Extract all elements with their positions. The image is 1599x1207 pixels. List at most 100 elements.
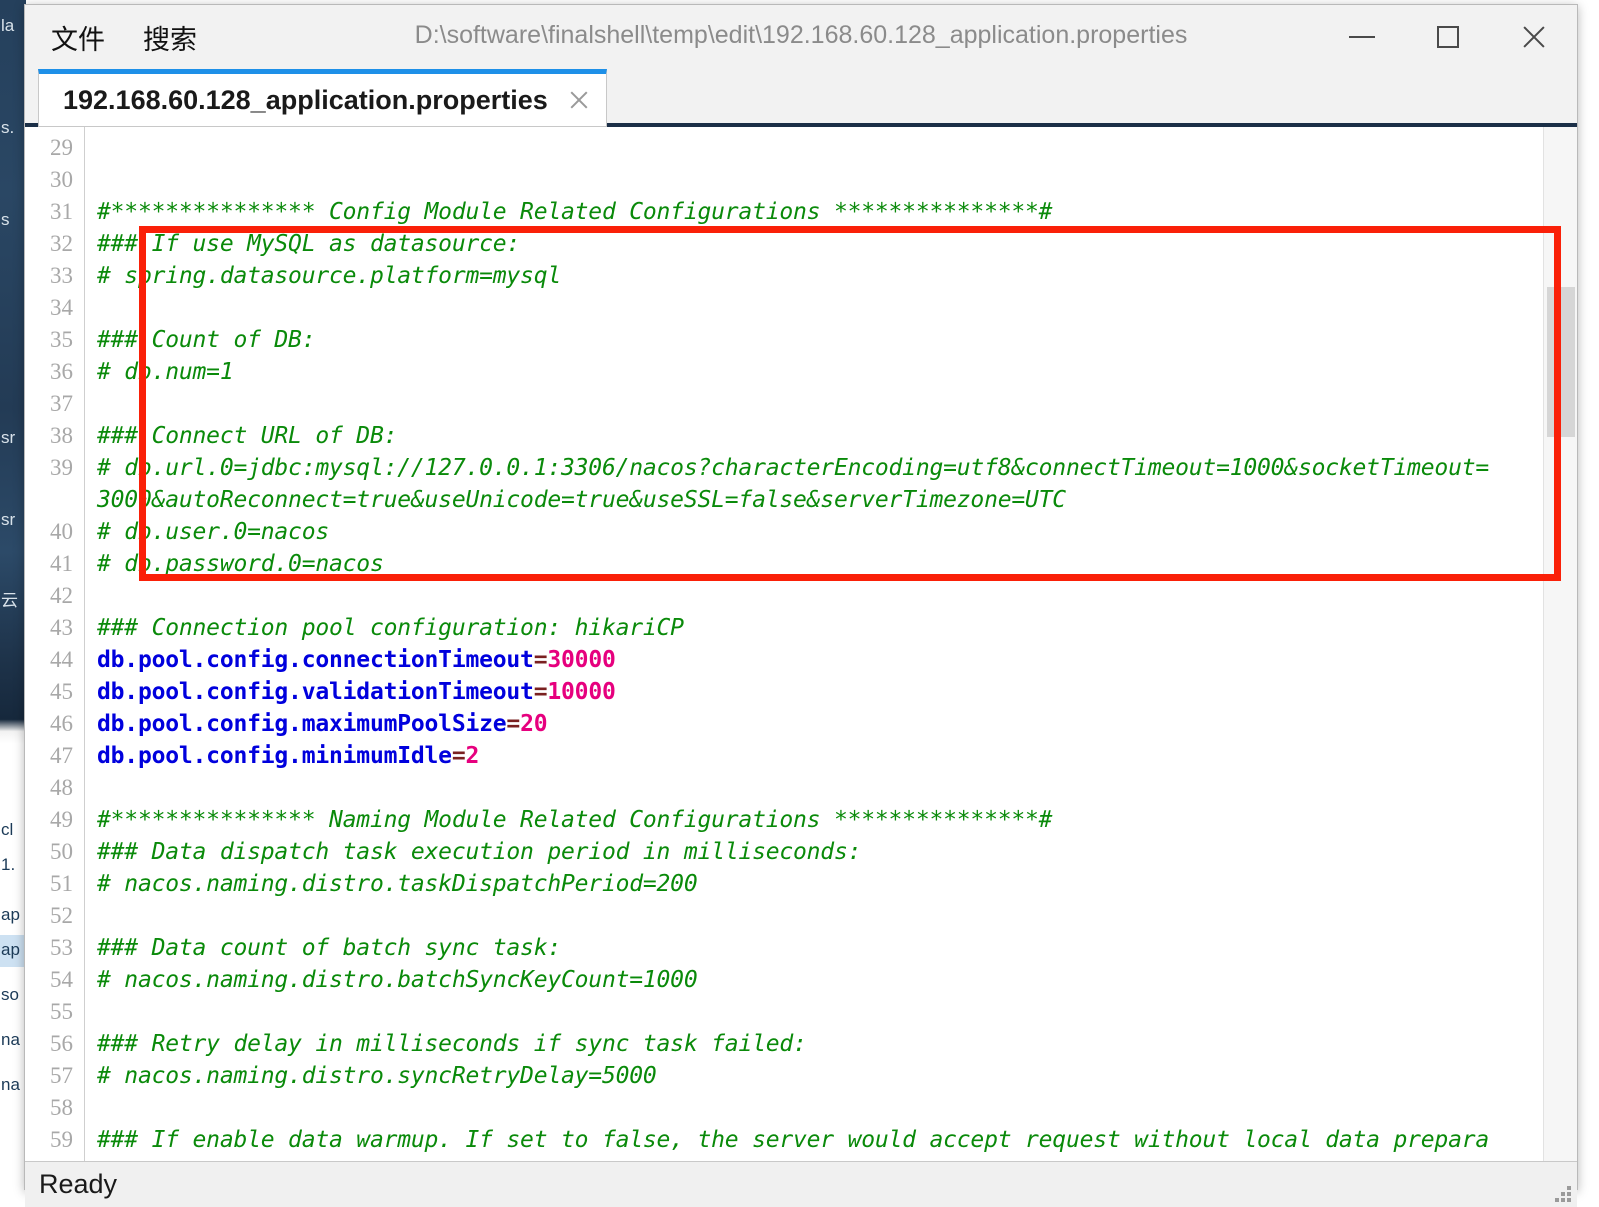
line-number: 53	[50, 935, 73, 960]
code-line-comment[interactable]: # db.password.0=nacos	[85, 548, 1577, 580]
background-text-fragment: ap	[1, 905, 20, 924]
line-number: 54	[50, 967, 73, 992]
property-key: db.pool.config.minimumIdle	[97, 743, 452, 769]
tab-close-icon[interactable]	[568, 89, 590, 111]
code-line-comment[interactable]: ### If use MySQL as datasource:	[85, 228, 1577, 260]
minimize-icon	[1349, 36, 1375, 38]
code-line-blank[interactable]	[85, 388, 1577, 420]
code-line-blank[interactable]	[85, 580, 1577, 612]
line-number: 49	[50, 807, 73, 832]
background-text-fragment: so	[1, 985, 19, 1004]
property-value: 2	[465, 743, 480, 769]
background-text-fragment: ap	[1, 940, 20, 959]
line-number: 40	[50, 519, 73, 544]
code-line-comment[interactable]: ### Retry delay in milliseconds if sync …	[85, 1028, 1577, 1060]
property-equals: =	[506, 711, 521, 737]
title-bar: 文件 搜索 D:\software\finalshell\temp\edit\1…	[25, 5, 1577, 69]
code-line-blank[interactable]	[85, 772, 1577, 804]
code-line-comment[interactable]: # db.num=1	[85, 356, 1577, 388]
code-line-blank[interactable]	[85, 996, 1577, 1028]
line-number: 38	[50, 423, 73, 448]
line-number: 39	[50, 455, 73, 480]
property-key: db.pool.config.maximumPoolSize	[97, 711, 507, 737]
code-line-blank[interactable]	[85, 1092, 1577, 1124]
menu-search[interactable]: 搜索	[131, 14, 209, 61]
minimize-button[interactable]	[1319, 5, 1405, 69]
maximize-button[interactable]	[1405, 5, 1491, 69]
line-number: 42	[50, 583, 73, 608]
code-line-comment[interactable]: # db.user.0=nacos	[85, 516, 1577, 548]
close-icon	[1520, 23, 1548, 51]
line-number: 51	[50, 871, 73, 896]
line-number: 52	[50, 903, 73, 928]
code-line-comment[interactable]: ### Data count of batch sync task:	[85, 932, 1577, 964]
code-line-comment[interactable]: ### If enable data warmup. If set to fal…	[85, 1124, 1577, 1156]
code-line-comment[interactable]: #*************** Naming Module Related C…	[85, 804, 1577, 836]
line-number: 32	[50, 231, 73, 256]
code-line-property[interactable]: db.pool.config.connectionTimeout=30000	[85, 644, 1577, 676]
code-line-comment[interactable]: # nacos.naming.distro.syncRetryDelay=500…	[85, 1060, 1577, 1092]
property-value: 10000	[547, 679, 616, 705]
line-number: 47	[50, 743, 73, 768]
background-text-fragment: 1.	[1, 855, 16, 874]
code-line-blank[interactable]	[85, 132, 1577, 164]
line-number: 33	[50, 263, 73, 288]
background-window-strip[interactable]: la s. s sr sr 云 cl 1. ap ap so na na	[0, 0, 26, 1199]
property-equals: =	[451, 743, 466, 769]
code-line-comment[interactable]: ### Connect URL of DB:	[85, 420, 1577, 452]
code-editor-area[interactable]: 29 30 31 32 33 34 35 36 37 38 39 40 41 42 43 44 45 46 47 48…	[25, 127, 1577, 1161]
line-number: 58	[50, 1095, 73, 1120]
code-line-comment[interactable]: # spring.datasource.platform=mysql	[85, 260, 1577, 292]
code-content[interactable]: #*************** Config Module Related C…	[85, 127, 1577, 1161]
line-number: 55	[50, 999, 73, 1024]
background-text-fragment: la	[1, 16, 15, 35]
tab-application-properties[interactable]: 192.168.60.128_application.properties	[38, 69, 607, 127]
code-line-blank[interactable]	[85, 900, 1577, 932]
resize-grip[interactable]	[1553, 1184, 1571, 1202]
background-text-fragment: na	[1, 1030, 20, 1049]
vertical-scrollbar-thumb[interactable]	[1547, 287, 1575, 437]
status-text: Ready	[39, 1169, 118, 1199]
line-number: 59	[50, 1127, 73, 1152]
property-value: 30000	[547, 647, 616, 673]
line-number: 43	[50, 615, 73, 640]
property-key: db.pool.config.validationTimeout	[97, 679, 534, 705]
code-line-comment[interactable]: ### Count of DB:	[85, 324, 1577, 356]
code-line-comment[interactable]: # nacos.naming.distro.taskDispatchPeriod…	[85, 868, 1577, 900]
property-equals: =	[533, 647, 548, 673]
background-text-fragment: s	[1, 210, 10, 229]
background-text-fragment: s.	[1, 118, 15, 137]
line-number: 34	[50, 295, 73, 320]
code-line-property[interactable]: db.pool.config.validationTimeout=10000	[85, 676, 1577, 708]
close-button[interactable]	[1491, 5, 1577, 69]
code-line-comment[interactable]: ### Data dispatch task execution period …	[85, 836, 1577, 868]
line-number: 41	[50, 551, 73, 576]
line-number: 35	[50, 327, 73, 352]
code-line-comment[interactable]: #*************** Config Module Related C…	[85, 196, 1577, 228]
line-number: 31	[50, 199, 73, 224]
window-controls	[1319, 5, 1577, 69]
line-number: 44	[50, 647, 73, 672]
code-lines[interactable]: #*************** Config Module Related C…	[85, 132, 1577, 1156]
line-number: 30	[50, 167, 73, 192]
text-editor-window: 文件 搜索 D:\software\finalshell\temp\edit\1…	[24, 4, 1578, 1207]
line-number: 36	[50, 359, 73, 384]
code-line-comment[interactable]: # nacos.naming.distro.batchSyncKeyCount=…	[85, 964, 1577, 996]
background-text-fragment: sr	[1, 510, 16, 529]
code-line-comment[interactable]: 3000&autoReconnect=true&useUnicode=true&…	[85, 484, 1577, 516]
code-line-comment[interactable]: ### Connection pool configuration: hikar…	[85, 612, 1577, 644]
code-line-blank[interactable]	[85, 292, 1577, 324]
line-number: 45	[50, 679, 73, 704]
code-line-property[interactable]: db.pool.config.minimumIdle=2	[85, 740, 1577, 772]
background-text-fragment: na	[1, 1075, 20, 1094]
code-line-property[interactable]: db.pool.config.maximumPoolSize=20	[85, 708, 1577, 740]
tab-label: 192.168.60.128_application.properties	[63, 84, 548, 115]
menu-file[interactable]: 文件	[39, 14, 117, 61]
background-text-fragment: 云	[1, 591, 18, 610]
code-line-comment[interactable]: # db.url.0=jdbc:mysql://127.0.0.1:3306/n…	[85, 452, 1577, 484]
code-line-blank[interactable]	[85, 164, 1577, 196]
line-number: 57	[50, 1063, 73, 1088]
line-number: 50	[50, 839, 73, 864]
vertical-scrollbar[interactable]	[1543, 127, 1577, 1161]
property-value: 20	[520, 711, 548, 737]
